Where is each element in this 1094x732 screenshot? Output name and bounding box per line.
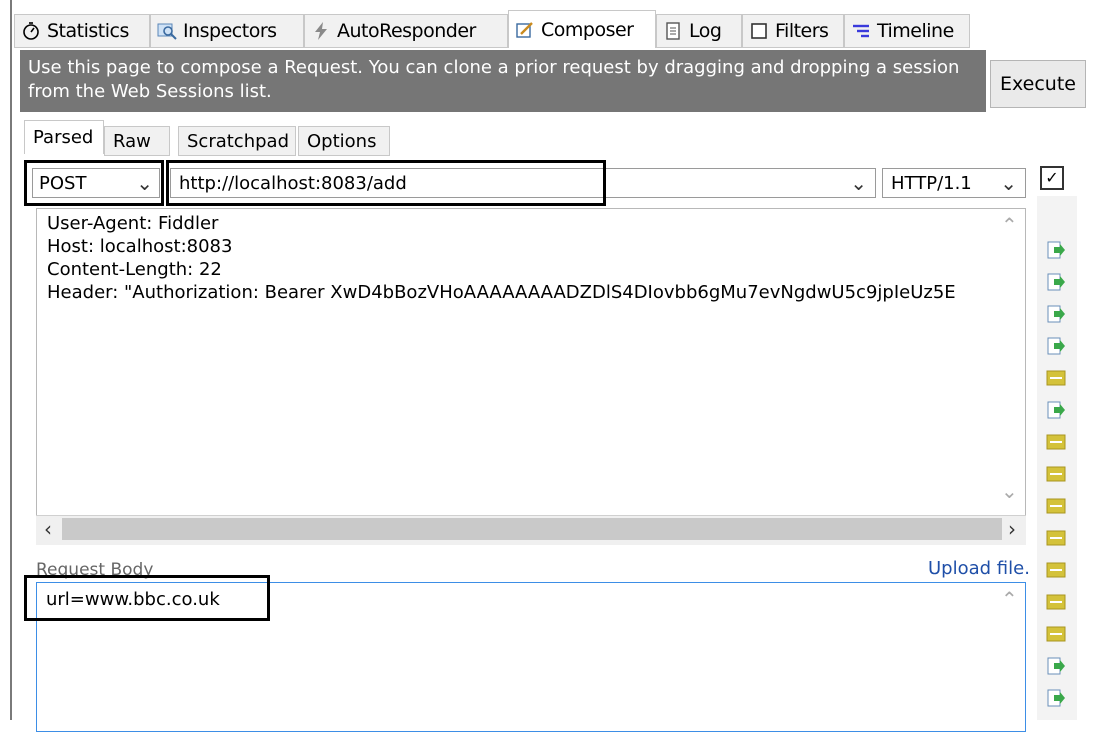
scroll-down-icon[interactable]: ⌄ bbox=[1001, 479, 1018, 503]
scroll-up-icon[interactable]: ⌃ bbox=[1001, 213, 1018, 237]
panel-left-border bbox=[10, 0, 12, 720]
subtab-label: Scratchpad bbox=[187, 130, 289, 152]
scroll-left-icon[interactable]: ‹ bbox=[44, 517, 52, 541]
tab-timeline[interactable]: Timeline bbox=[844, 14, 970, 48]
header-line: Host: localhost:8083 bbox=[47, 236, 233, 257]
tab-label: Inspectors bbox=[183, 20, 277, 42]
request-arrow-icon[interactable] bbox=[1046, 336, 1066, 356]
subtab-options[interactable]: Options bbox=[298, 126, 390, 156]
tab-filters[interactable]: Filters bbox=[742, 14, 844, 48]
method-highlight-box bbox=[24, 160, 164, 206]
request-arrow-icon[interactable] bbox=[1046, 304, 1066, 324]
header-line: Content-Length: 22 bbox=[47, 259, 222, 280]
request-headers-textarea[interactable]: User-Agent: Fiddler Host: localhost:8083… bbox=[36, 208, 1026, 544]
request-arrow-icon[interactable] bbox=[1046, 272, 1066, 292]
get-request-icon[interactable] bbox=[1046, 368, 1066, 388]
execute-button[interactable]: Execute bbox=[990, 60, 1086, 108]
execute-label: Execute bbox=[1000, 73, 1076, 95]
request-arrow-icon[interactable] bbox=[1046, 400, 1066, 420]
body-highlight-box bbox=[24, 575, 270, 621]
tab-label: Composer bbox=[541, 18, 634, 41]
subtab-label: Options bbox=[307, 130, 377, 152]
get-request-icon[interactable] bbox=[1046, 496, 1066, 516]
subtab-label: Parsed bbox=[33, 127, 94, 148]
get-request-icon[interactable] bbox=[1046, 624, 1066, 644]
get-request-icon[interactable] bbox=[1046, 560, 1066, 580]
scroll-up-icon[interactable]: ⌃ bbox=[1001, 587, 1018, 611]
stopwatch-icon bbox=[21, 21, 41, 41]
main-tab-bar: Statistics Inspectors AutoResponder Comp… bbox=[14, 10, 1094, 48]
get-request-icon[interactable] bbox=[1046, 592, 1066, 612]
composer-info-banner: Use this page to compose a Request. You … bbox=[20, 50, 986, 112]
chevron-down-icon[interactable]: ⌄ bbox=[850, 171, 867, 195]
timeline-icon bbox=[851, 21, 871, 41]
log-icon bbox=[663, 21, 683, 41]
url-highlight-box bbox=[166, 160, 606, 206]
lightning-icon bbox=[311, 21, 331, 41]
compose-icon bbox=[515, 20, 535, 40]
tab-label: Timeline bbox=[877, 20, 954, 42]
tab-label: Filters bbox=[775, 20, 829, 42]
scroll-right-icon[interactable]: › bbox=[1008, 517, 1016, 541]
tab-label: Log bbox=[689, 20, 722, 42]
chevron-down-icon: ⌄ bbox=[1000, 171, 1017, 195]
get-request-icon[interactable] bbox=[1046, 464, 1066, 484]
scrollbar-thumb[interactable] bbox=[62, 518, 1002, 540]
request-arrow-icon[interactable] bbox=[1046, 656, 1066, 676]
history-toggle-checkbox[interactable]: ✓ bbox=[1040, 166, 1064, 190]
header-line: User-Agent: Fiddler bbox=[47, 213, 219, 234]
upload-file-link[interactable]: Upload file. bbox=[928, 558, 1030, 579]
subtab-parsed[interactable]: Parsed bbox=[24, 120, 104, 154]
checkbox-icon bbox=[749, 21, 769, 41]
protocol-select[interactable]: HTTP/1.1 ⌄ bbox=[882, 168, 1026, 198]
get-request-icon[interactable] bbox=[1046, 528, 1066, 548]
subtab-scratchpad[interactable]: Scratchpad bbox=[178, 126, 296, 156]
magnifier-icon bbox=[157, 21, 177, 41]
tab-label: AutoResponder bbox=[337, 20, 476, 42]
request-arrow-icon[interactable] bbox=[1046, 688, 1066, 708]
subtab-label: Raw bbox=[113, 130, 151, 152]
protocol-value: HTTP/1.1 bbox=[891, 172, 972, 194]
tab-statistics[interactable]: Statistics bbox=[14, 14, 150, 48]
tab-label: Statistics bbox=[47, 20, 129, 42]
tab-log[interactable]: Log bbox=[656, 14, 742, 48]
get-request-icon[interactable] bbox=[1046, 432, 1066, 452]
tab-autoresponder[interactable]: AutoResponder bbox=[304, 14, 508, 48]
tab-composer[interactable]: Composer bbox=[508, 10, 656, 48]
tab-inspectors[interactable]: Inspectors bbox=[150, 14, 304, 48]
header-line: Header: "Authorization: Bearer XwD4bBozV… bbox=[47, 282, 956, 303]
request-arrow-icon[interactable] bbox=[1046, 240, 1066, 260]
subtab-raw[interactable]: Raw bbox=[104, 126, 170, 156]
